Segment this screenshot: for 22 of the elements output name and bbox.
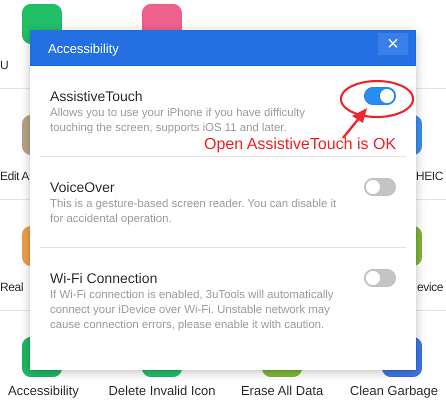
app-label: Erase All Data [240, 383, 324, 398]
app-label: Delete Invalid Icon [108, 383, 216, 398]
app-label: HEIC [416, 169, 444, 183]
setting-description: This is a gesture-based screen reader. You can disable it for accidental operation. [50, 197, 338, 227]
setting-title: AssistiveTouch [50, 87, 144, 106]
arrow [342, 108, 367, 139]
toggle-switch[interactable] [364, 269, 396, 287]
app-label: Clean Garbage [350, 383, 439, 398]
app-label: U [0, 58, 8, 72]
dialog-title: Accessibility [48, 40, 119, 56]
app-label: evice [416, 280, 444, 294]
app-label: Real [0, 280, 24, 294]
setting-description: Allows you to use your iPhone if you have difficulty touching the screen, supports iOS 11 and later. [50, 106, 306, 136]
toggle-switch[interactable] [364, 87, 396, 105]
app-label: Accessibility [7, 383, 79, 398]
close-button[interactable]: × [378, 33, 408, 55]
setting-title: Wi-Fi Connection [50, 269, 158, 288]
setting-title: VoiceOver [50, 178, 116, 197]
app-label: Edit A [0, 169, 29, 183]
toggle-switch[interactable] [364, 178, 396, 196]
annotation-text: Open AssistiveTouch is OK [204, 136, 396, 154]
setting-description: If Wi-Fi connection is enabled, 3uTools will automatically connect your iDevice over Wi-Fi. Unstable network may cause connection errors, please enable it with caution. [50, 288, 335, 333]
